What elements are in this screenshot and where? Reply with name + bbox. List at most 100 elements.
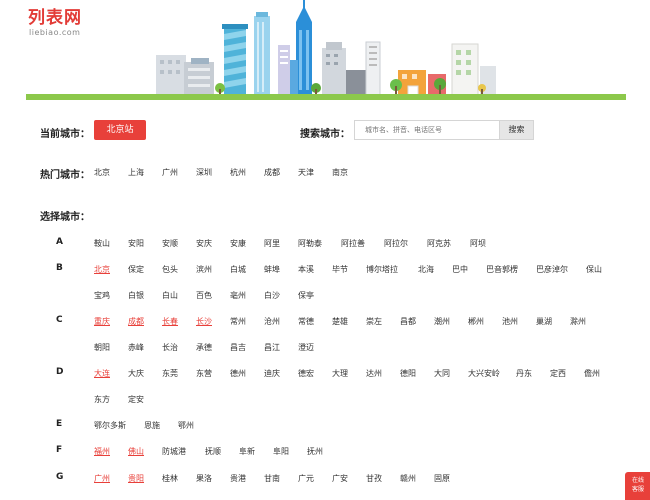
city-link[interactable]: 恩施 (144, 420, 178, 431)
city-link[interactable]: 常德 (298, 316, 332, 327)
city-link[interactable]: 巢湖 (536, 316, 570, 327)
hot-city-link[interactable]: 杭州 (230, 167, 264, 178)
city-link[interactable]: 昌都 (400, 316, 434, 327)
city-link[interactable]: 安庆 (196, 238, 230, 249)
city-link[interactable]: 郴州 (468, 316, 502, 327)
current-city-button[interactable]: 北京站 (94, 120, 146, 140)
city-link[interactable]: 宝鸡 (94, 290, 128, 301)
city-link[interactable]: 安阳 (128, 238, 162, 249)
city-link[interactable]: 保定 (128, 264, 162, 275)
city-link[interactable]: 果洛 (196, 473, 230, 484)
city-link[interactable]: 甘南 (264, 473, 298, 484)
city-link[interactable]: 定安 (128, 394, 162, 405)
city-link[interactable]: 昌吉 (230, 342, 264, 353)
city-link[interactable]: 赣州 (400, 473, 434, 484)
hot-city-link[interactable]: 上海 (128, 167, 162, 178)
city-link[interactable]: 包头 (162, 264, 196, 275)
hot-city-link[interactable]: 深圳 (196, 167, 230, 178)
city-link[interactable]: 安顺 (162, 238, 196, 249)
city-link[interactable]: 贵港 (230, 473, 264, 484)
city-link[interactable]: 崇左 (366, 316, 400, 327)
city-link[interactable]: 长治 (162, 342, 196, 353)
city-link[interactable]: 白银 (128, 290, 162, 301)
city-link[interactable]: 重庆 (94, 316, 128, 327)
city-link[interactable]: 潮州 (434, 316, 468, 327)
city-link[interactable]: 楚雄 (332, 316, 366, 327)
city-link[interactable]: 阿克苏 (427, 238, 470, 249)
city-link[interactable]: 大兴安岭 (468, 368, 516, 379)
city-link[interactable]: 福州 (94, 446, 128, 457)
city-link[interactable]: 防城港 (162, 446, 205, 457)
city-link[interactable]: 白城 (230, 264, 264, 275)
city-link[interactable]: 长沙 (196, 316, 230, 327)
city-link[interactable]: 儋州 (584, 368, 618, 379)
city-link[interactable]: 北京 (94, 264, 128, 275)
city-link[interactable]: 阿拉尔 (384, 238, 427, 249)
city-link[interactable]: 滁州 (570, 316, 604, 327)
city-link[interactable]: 贵阳 (128, 473, 162, 484)
city-link[interactable]: 阜新 (239, 446, 273, 457)
city-link[interactable]: 蚌埠 (264, 264, 298, 275)
city-link[interactable]: 佛山 (128, 446, 162, 457)
city-link[interactable]: 迪庆 (264, 368, 298, 379)
city-link[interactable]: 定西 (550, 368, 584, 379)
city-link[interactable]: 澄迈 (298, 342, 332, 353)
city-link[interactable]: 甘孜 (366, 473, 400, 484)
city-link[interactable]: 巴音郭楞 (486, 264, 536, 275)
city-link[interactable]: 滨州 (196, 264, 230, 275)
city-link[interactable]: 阿拉善 (341, 238, 384, 249)
city-link[interactable]: 大同 (434, 368, 468, 379)
city-link[interactable]: 德阳 (400, 368, 434, 379)
city-search-input[interactable] (354, 120, 499, 140)
city-link[interactable]: 白沙 (264, 290, 298, 301)
city-link[interactable]: 毕节 (332, 264, 366, 275)
city-link[interactable]: 桂林 (162, 473, 196, 484)
city-link[interactable]: 长春 (162, 316, 196, 327)
hot-city-link[interactable]: 天津 (298, 167, 332, 178)
city-link[interactable]: 安康 (230, 238, 264, 249)
city-link[interactable]: 阿里 (264, 238, 298, 249)
city-link[interactable]: 丹东 (516, 368, 550, 379)
city-link[interactable]: 抚顺 (205, 446, 239, 457)
city-link[interactable]: 抚州 (307, 446, 341, 457)
city-link[interactable]: 阿勒泰 (298, 238, 341, 249)
city-link[interactable]: 鄂尔多斯 (94, 420, 144, 431)
city-link[interactable]: 北海 (418, 264, 452, 275)
city-link[interactable]: 广州 (94, 473, 128, 484)
city-link[interactable]: 常州 (230, 316, 264, 327)
hot-city-link[interactable]: 广州 (162, 167, 196, 178)
city-link[interactable]: 成都 (128, 316, 162, 327)
city-link[interactable]: 东莞 (162, 368, 196, 379)
city-link[interactable]: 百色 (196, 290, 230, 301)
city-link[interactable]: 巴彦淖尔 (536, 264, 586, 275)
city-link[interactable]: 赤峰 (128, 342, 162, 353)
city-link[interactable]: 鄂州 (178, 420, 212, 431)
city-link[interactable]: 鞍山 (94, 238, 128, 249)
city-link[interactable]: 阜阳 (273, 446, 307, 457)
city-link[interactable]: 池州 (502, 316, 536, 327)
city-link[interactable]: 博尔塔拉 (366, 264, 418, 275)
city-link[interactable]: 保山 (586, 264, 620, 275)
city-link[interactable]: 大庆 (128, 368, 162, 379)
city-link[interactable]: 德宏 (298, 368, 332, 379)
city-link[interactable]: 巴中 (452, 264, 486, 275)
city-link[interactable]: 阿坝 (470, 238, 504, 249)
city-link[interactable]: 承德 (196, 342, 230, 353)
city-link[interactable]: 保亭 (298, 290, 332, 301)
city-link[interactable]: 东营 (196, 368, 230, 379)
city-link[interactable]: 白山 (162, 290, 196, 301)
hot-city-link[interactable]: 成都 (264, 167, 298, 178)
city-link[interactable]: 本溪 (298, 264, 332, 275)
city-link[interactable]: 固原 (434, 473, 468, 484)
search-button[interactable]: 搜索 (499, 120, 534, 140)
city-link[interactable]: 大连 (94, 368, 128, 379)
city-link[interactable]: 朝阳 (94, 342, 128, 353)
city-link[interactable]: 德州 (230, 368, 264, 379)
city-link[interactable]: 沧州 (264, 316, 298, 327)
city-link[interactable]: 大理 (332, 368, 366, 379)
online-service-button[interactable]: 在线 客服 (625, 472, 650, 500)
hot-city-link[interactable]: 南京 (332, 167, 366, 178)
city-link[interactable]: 昌江 (264, 342, 298, 353)
city-link[interactable]: 广安 (332, 473, 366, 484)
city-link[interactable]: 广元 (298, 473, 332, 484)
